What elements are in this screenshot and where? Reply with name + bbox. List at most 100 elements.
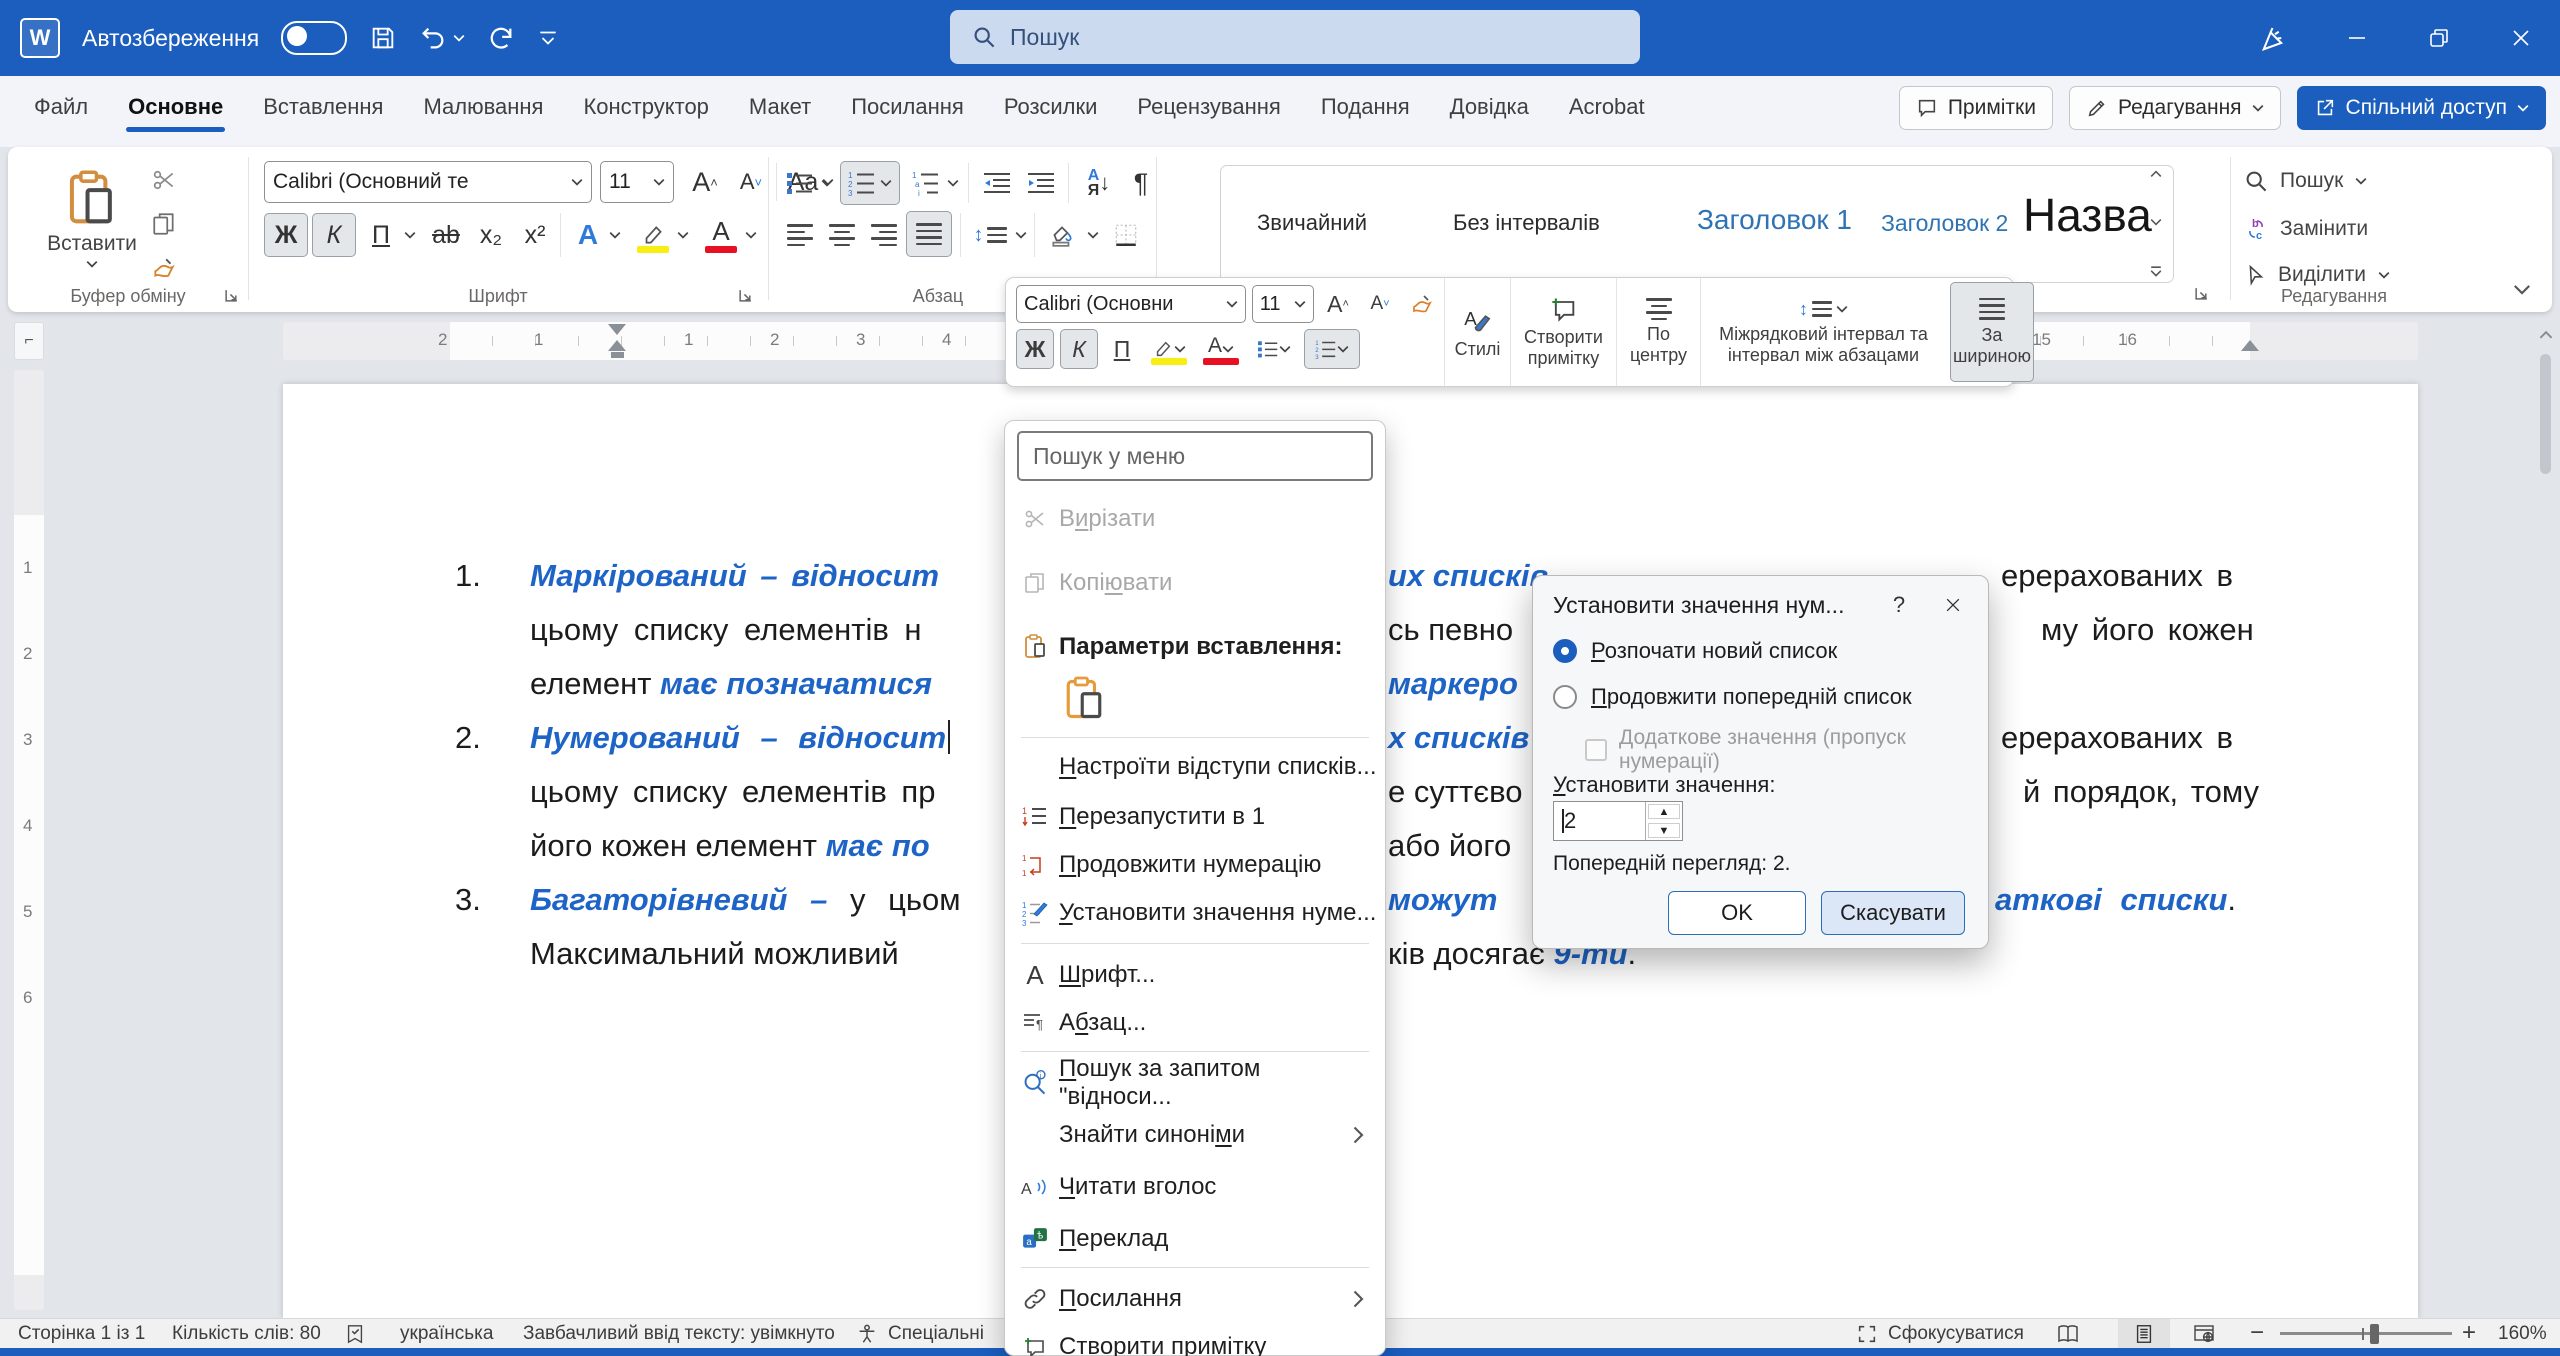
show-formatting-marks-button[interactable]: ¶ bbox=[1126, 163, 1156, 203]
accessibility-label[interactable]: Спеціальні bbox=[888, 1323, 984, 1345]
zoom-out-button[interactable]: − bbox=[2250, 1319, 2264, 1347]
bold-button[interactable]: Ж bbox=[264, 213, 308, 257]
justify-button[interactable] bbox=[906, 211, 952, 257]
mini-font-name-combo[interactable]: Calibri (Основни bbox=[1016, 285, 1246, 323]
align-left-button[interactable] bbox=[780, 213, 820, 257]
focus-mode-icon[interactable] bbox=[1856, 1323, 1878, 1345]
paste-button[interactable]: Вставити bbox=[44, 155, 140, 283]
value-spinner[interactable]: 2 ▲ ▼ bbox=[1553, 801, 1683, 841]
page-indicator[interactable]: Сторінка 1 із 1 bbox=[18, 1323, 145, 1345]
minimize-button[interactable] bbox=[2342, 23, 2372, 53]
menu-item-synonyms[interactable]: Знайти синоніми bbox=[1011, 1111, 1379, 1159]
mini-underline-button[interactable]: П bbox=[1104, 329, 1140, 369]
highlight-button[interactable] bbox=[632, 213, 674, 257]
mini-font-size-combo[interactable]: 11 bbox=[1252, 285, 1314, 323]
mini-numbering-button[interactable]: 123 bbox=[1304, 329, 1360, 369]
tab-draw[interactable]: Малювання bbox=[407, 84, 559, 130]
paste-option-keep-formatting[interactable] bbox=[1011, 671, 1379, 727]
font-name-combo[interactable]: Calibri (Основний те bbox=[264, 161, 592, 203]
collapse-ribbon-chevron[interactable] bbox=[2504, 275, 2540, 303]
mini-italic-button[interactable]: К bbox=[1060, 329, 1098, 369]
word-count[interactable]: Кількість слів: 80 bbox=[172, 1323, 321, 1345]
underline-button[interactable]: П bbox=[362, 213, 400, 257]
tab-view[interactable]: Подання bbox=[1305, 84, 1426, 130]
font-size-combo[interactable]: 11 bbox=[600, 161, 674, 203]
align-center-button[interactable] bbox=[822, 213, 862, 257]
font-dialog-launcher[interactable] bbox=[738, 288, 754, 304]
focus-mode-label[interactable]: Сфокусуватися bbox=[1888, 1323, 2024, 1345]
line-spacing-button[interactable]: ↕ bbox=[968, 213, 1012, 257]
cancel-button[interactable]: Скасувати bbox=[1821, 891, 1965, 935]
spinner-up-button[interactable]: ▲ bbox=[1648, 804, 1680, 819]
decrease-indent-button[interactable] bbox=[976, 163, 1018, 203]
zoom-slider-thumb[interactable] bbox=[2370, 1324, 2379, 1344]
multilevel-chevron[interactable] bbox=[944, 163, 962, 203]
shading-button[interactable] bbox=[1040, 213, 1084, 257]
proofing-icon[interactable] bbox=[344, 1322, 366, 1346]
autosave-toggle[interactable] bbox=[281, 21, 347, 55]
right-indent-marker[interactable] bbox=[2241, 340, 2259, 351]
menu-search-input[interactable] bbox=[1017, 431, 1373, 481]
zoom-in-button[interactable]: + bbox=[2462, 1319, 2476, 1347]
mini-grow-font-button[interactable]: A˄ bbox=[1320, 284, 1356, 324]
text-effects-button[interactable]: A bbox=[568, 213, 608, 257]
style-no-spacing[interactable]: Без інтервалів bbox=[1453, 210, 1600, 236]
tab-review[interactable]: Рецензування bbox=[1121, 84, 1296, 130]
hanging-indent-marker[interactable] bbox=[608, 340, 626, 351]
share-button[interactable]: Спільний доступ bbox=[2297, 86, 2546, 130]
print-layout-button[interactable] bbox=[2118, 1319, 2170, 1349]
style-title[interactable]: Назва bbox=[2023, 188, 2152, 242]
save-icon[interactable] bbox=[369, 24, 397, 52]
dialog-help-button[interactable]: ? bbox=[1882, 588, 1916, 622]
mini-bold-button[interactable]: Ж bbox=[1016, 329, 1054, 369]
web-layout-button[interactable] bbox=[2192, 1322, 2216, 1346]
subscript-button[interactable]: x₂ bbox=[470, 213, 512, 257]
ok-button[interactable]: OK bbox=[1668, 891, 1806, 935]
superscript-button[interactable]: x² bbox=[514, 213, 556, 257]
text-effects-chevron[interactable] bbox=[606, 213, 624, 257]
styles-gallery-more[interactable] bbox=[2150, 266, 2162, 278]
tab-references[interactable]: Посилання bbox=[835, 84, 980, 130]
vertical-ruler[interactable]: 1 2 3 4 5 6 bbox=[14, 370, 44, 1310]
predictive-typing-indicator[interactable]: Завбачливий ввід тексту: увімкнуто bbox=[523, 1323, 835, 1345]
menu-item-paragraph[interactable]: ¶ Абзац... bbox=[1011, 999, 1379, 1047]
copy-button[interactable] bbox=[144, 205, 184, 243]
zoom-slider-track[interactable] bbox=[2280, 1332, 2452, 1335]
restore-button[interactable] bbox=[2424, 23, 2454, 53]
feedback-megaphone-icon[interactable] bbox=[2260, 23, 2290, 53]
highlight-chevron[interactable] bbox=[674, 213, 692, 257]
search-box[interactable]: Пошук bbox=[950, 10, 1640, 64]
mini-format-painter-button[interactable] bbox=[1404, 284, 1440, 324]
mini-bullets-button[interactable] bbox=[1250, 329, 1298, 369]
borders-button[interactable] bbox=[1104, 213, 1148, 257]
undo-button[interactable] bbox=[419, 24, 465, 52]
style-heading1[interactable]: Заголовок 1 bbox=[1697, 204, 1852, 236]
menu-item-restart-at-1[interactable]: 1 Перезапустити в 1 bbox=[1011, 793, 1379, 841]
increase-indent-button[interactable] bbox=[1020, 163, 1062, 203]
close-button[interactable] bbox=[2506, 23, 2536, 53]
menu-item-set-numbering-value[interactable]: 123 Установити значення нуме... bbox=[1011, 889, 1379, 937]
shrink-font-button[interactable]: A˅ bbox=[730, 163, 772, 201]
tab-home[interactable]: Основне bbox=[112, 84, 239, 130]
zoom-level[interactable]: 160% bbox=[2498, 1323, 2547, 1345]
editing-mode-button[interactable]: Редагування bbox=[2069, 86, 2281, 130]
align-right-button[interactable] bbox=[864, 213, 904, 257]
mini-align-center-button[interactable]: По центру bbox=[1616, 278, 1700, 386]
tab-help[interactable]: Довідка bbox=[1434, 84, 1545, 130]
strikethrough-button[interactable]: ab bbox=[424, 213, 468, 257]
menu-item-new-comment[interactable]: Створити примітку bbox=[1011, 1323, 1379, 1356]
spinner-down-button[interactable]: ▼ bbox=[1648, 823, 1680, 838]
redo-button[interactable] bbox=[487, 24, 515, 52]
menu-item-font[interactable]: A Шрифт... bbox=[1011, 951, 1379, 999]
dialog-close-button[interactable] bbox=[1936, 588, 1970, 622]
tab-design[interactable]: Конструктор bbox=[567, 84, 724, 130]
comments-button[interactable]: Примітки bbox=[1899, 86, 2053, 130]
bullets-button[interactable] bbox=[780, 163, 820, 203]
style-heading2[interactable]: Заголовок 2 bbox=[1881, 210, 2008, 237]
accessibility-icon[interactable] bbox=[856, 1322, 878, 1346]
mini-styles-button[interactable]: A Стилі bbox=[1444, 278, 1510, 386]
styles-scroll-up[interactable] bbox=[2150, 170, 2162, 178]
menu-item-translate[interactable]: aѣ Переклад bbox=[1011, 1215, 1379, 1263]
underline-menu-chevron[interactable] bbox=[400, 213, 420, 257]
paste-keep-source-icon[interactable] bbox=[1063, 676, 1105, 722]
